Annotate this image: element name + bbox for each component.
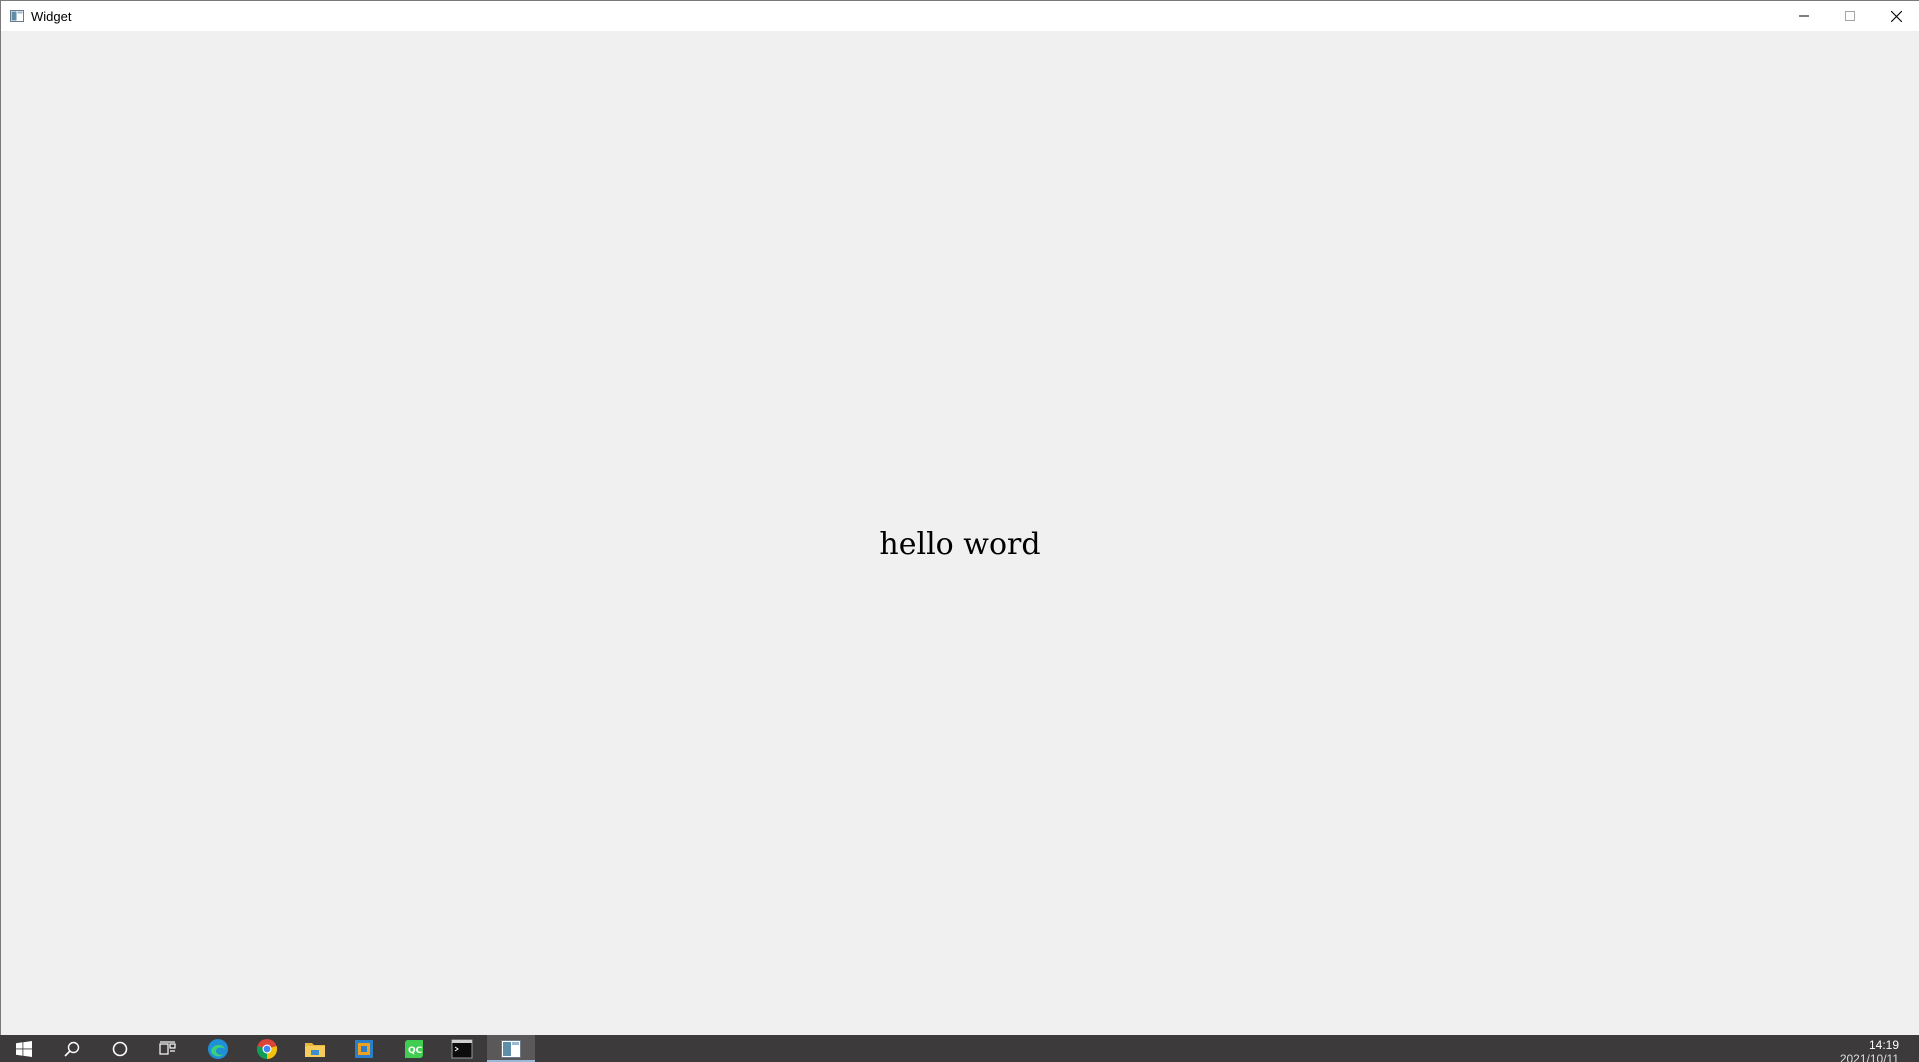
folder-icon [305,1042,325,1057]
maximize-button[interactable] [1827,1,1873,31]
minimize-button[interactable] [1781,1,1827,31]
title-bar[interactable]: Widget [1,1,1919,31]
maximize-icon [1845,11,1855,21]
taskbar: QC 14:19 2021/10/11 [0,1035,1919,1062]
app-window: Widget hello word [0,0,1919,1036]
chrome-icon [256,1038,278,1059]
hello-label: hello word [879,527,1041,562]
window-title: Widget [31,8,72,24]
cortana-button[interactable] [96,1035,144,1062]
search-button[interactable] [48,1035,96,1062]
file-explorer-app[interactable] [291,1035,339,1062]
cortana-circle-icon [112,1041,128,1056]
minimize-icon [1799,15,1809,17]
widget-client-area: hello word [1,31,1919,1036]
close-icon [1890,10,1902,22]
chrome-app[interactable] [243,1035,291,1062]
system-clock[interactable]: 14:19 2021/10/11 [1840,1038,1899,1062]
clock-time: 14:19 [1868,1038,1899,1052]
caption-buttons [1781,1,1919,31]
terminal-icon [451,1039,473,1058]
qt-app-window-icon [501,1039,521,1058]
edge-app[interactable] [194,1035,242,1062]
qt-creator-icon: QC [405,1039,423,1058]
windows-start-icon [16,1040,32,1057]
search-icon [64,1041,80,1057]
clock-date: 2021/10/11 [1839,1052,1899,1062]
svg-text:QC: QC [408,1046,423,1056]
app-generic[interactable] [340,1035,388,1062]
app-window-icon [355,1039,373,1058]
qt-app-window-icon [9,8,25,24]
start-button[interactable] [0,1035,48,1062]
widget-app[interactable] [487,1035,535,1062]
edge-icon [208,1038,228,1059]
task-view-icon [159,1040,176,1055]
terminal-app[interactable] [438,1035,486,1062]
task-view-button[interactable] [144,1035,192,1062]
qt-creator-app[interactable]: QC [390,1035,438,1062]
close-button[interactable] [1873,1,1919,31]
